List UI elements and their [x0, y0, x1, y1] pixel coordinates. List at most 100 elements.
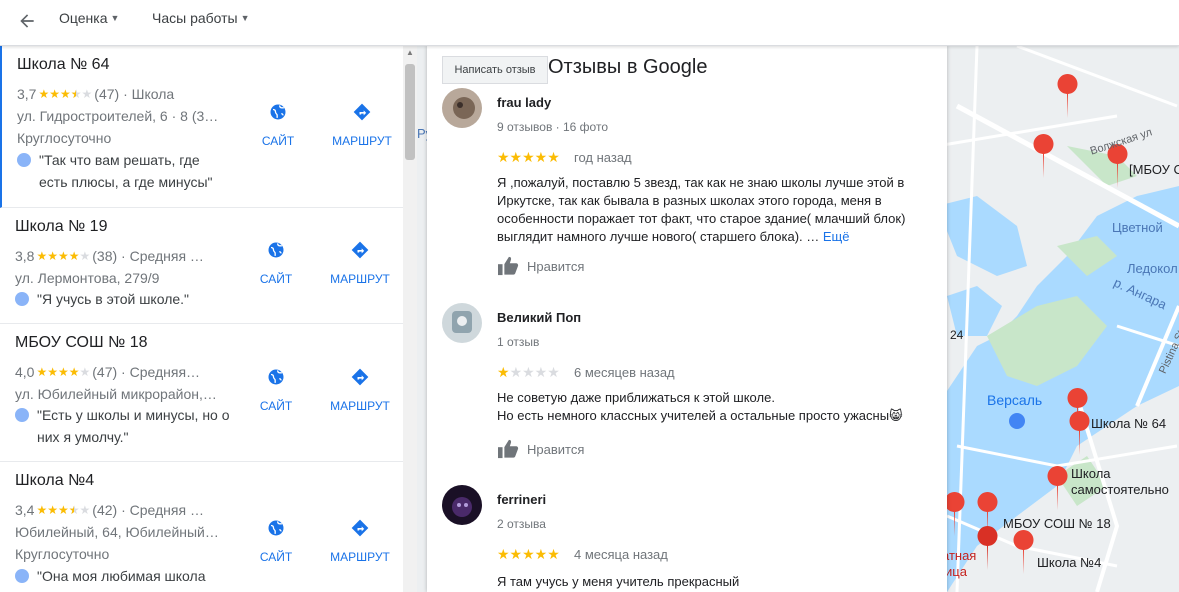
user-avatar-icon	[17, 153, 31, 167]
review-item: ferrineri 2 отзыва ★★★★★ 4 месяца назад …	[442, 485, 937, 592]
rating-count-type: (38) · Средняя …	[92, 248, 204, 264]
result-title: Школа № 19	[15, 218, 108, 235]
review-stars: ★★★★★	[497, 149, 560, 165]
filter-hours[interactable]: Часы работы ▼	[152, 10, 250, 26]
site-label: САЙТ	[261, 134, 295, 148]
site-label: САЙТ	[259, 272, 293, 286]
globe-icon	[268, 520, 284, 536]
site-label: САЙТ	[259, 550, 293, 564]
map-place-label: ица	[945, 564, 967, 579]
result-rating: 3,7 ★★★★★★ (47) · Школа	[17, 86, 222, 102]
directions-icon	[351, 241, 369, 259]
result-address: ул. Лермонтова, 279/9	[15, 270, 160, 286]
result-address: Юбилейный, 64, Юбилейный…	[15, 524, 219, 540]
result-item[interactable]: Школа №4 3,4 ★★★★★★ (42) · Средняя … Юби…	[0, 462, 403, 592]
result-item[interactable]: Школа № 19 3,8 ★★★★★ (38) · Средняя … ул…	[0, 208, 403, 324]
directions-icon	[351, 368, 369, 386]
map-place-label: МБОУ СОШ № 18	[1003, 516, 1111, 531]
map-place-label: атная	[942, 548, 977, 563]
like-button[interactable]: Нравится	[497, 439, 584, 459]
back-button[interactable]	[14, 8, 40, 34]
result-item[interactable]: МБОУ СОШ № 18 4,0 ★★★★★ (47) · Средняя… …	[0, 324, 403, 462]
globe-icon	[268, 242, 284, 258]
reviewer-avatar[interactable]	[442, 88, 482, 128]
review-date: 6 месяцев назад	[574, 365, 675, 380]
rating-value: 3,8	[15, 248, 35, 264]
map-place-label: Школа № 64	[1091, 416, 1167, 431]
rating-stars: ★★★★★	[36, 365, 91, 379]
user-avatar-icon	[15, 569, 29, 583]
route-button[interactable]: МАРШРУТ	[325, 240, 395, 286]
globe-icon	[268, 369, 284, 385]
site-button[interactable]: САЙТ	[241, 518, 311, 564]
site-button[interactable]: САЙТ	[241, 240, 311, 286]
reviews-title: Отзывы в Google	[548, 56, 708, 78]
result-rating: 4,0 ★★★★★ (47) · Средняя…	[15, 364, 220, 380]
rating-value: 3,7	[17, 86, 37, 102]
scroll-up-arrow-icon[interactable]: ▲	[406, 48, 414, 57]
scrollbar-thumb[interactable]	[405, 64, 415, 160]
site-label: САЙТ	[259, 399, 293, 413]
map-place-label: самостоятельно	[1071, 482, 1169, 497]
rating-value: 4,0	[15, 364, 35, 380]
filter-hours-label: Часы работы	[152, 10, 238, 26]
reviewer-name[interactable]: frau lady	[497, 95, 551, 110]
result-review-snippet: "Она моя любимая школа	[15, 565, 230, 587]
review-text: Не советую даже приближаться к этой школ…	[497, 390, 903, 423]
rating-stars: ★★★★★★	[36, 503, 91, 517]
review-date: год назад	[574, 150, 632, 165]
reviewer-avatar[interactable]	[442, 485, 482, 525]
rating-count-type: (47) · Средняя…	[92, 364, 201, 380]
user-avatar-icon	[15, 292, 29, 306]
rating-stars: ★★★★★★	[38, 87, 93, 101]
result-hours: Круглосуточно	[17, 130, 112, 146]
caret-down-icon: ▼	[110, 13, 120, 23]
rating-value: 3,4	[15, 502, 35, 518]
map-place-label: Школа №4	[1037, 555, 1102, 570]
result-title: Школа №4	[15, 472, 95, 489]
review-text: Я ,пожалуй, поставлю 5 звезд, так как не…	[497, 175, 906, 244]
map-poi-label: Версаль	[987, 392, 1043, 408]
result-hours: Круглосуточно	[15, 546, 110, 562]
result-review-snippet: "Я учусь в этой школе."	[15, 288, 230, 310]
review-item: frau lady 9 отзывов · 16 фото ★★★★★ год …	[442, 88, 937, 288]
thumbs-up-icon	[498, 439, 519, 459]
thumbs-up-icon	[498, 256, 519, 276]
route-label: МАРШРУТ	[330, 550, 390, 564]
route-button[interactable]: МАРШРУТ	[325, 367, 395, 413]
review-text: Я там учусь у меня учитель прекрасный	[497, 574, 740, 589]
result-title: МБОУ СОШ № 18	[15, 334, 148, 351]
arrow-left-icon	[20, 14, 34, 28]
filter-rating-label: Оценка	[59, 10, 108, 26]
route-label: МАРШРУТ	[330, 399, 390, 413]
like-button[interactable]: Нравится	[497, 256, 584, 276]
like-label: Нравится	[527, 258, 585, 274]
route-button[interactable]: МАРШРУТ	[327, 102, 397, 148]
results-list: Школа № 64 3,7 ★★★★★★ (47) · Школа ул. Г…	[0, 46, 403, 592]
reviewer-name[interactable]: Великий Поп	[497, 310, 581, 325]
reviewer-meta: 1 отзыв	[497, 335, 540, 349]
route-button[interactable]: МАРШРУТ	[325, 518, 395, 564]
review-item: Великий Поп 1 отзыв ★★★★★ 6 месяцев наза…	[442, 303, 937, 473]
result-item[interactable]: Школа № 64 3,7 ★★★★★★ (47) · Школа ул. Г…	[0, 46, 403, 208]
user-avatar-icon	[15, 408, 29, 422]
site-button[interactable]: САЙТ	[243, 102, 313, 148]
reviewer-avatar[interactable]	[442, 303, 482, 343]
reviewer-name[interactable]: ferrineri	[497, 492, 546, 507]
review-stars: ★★★★★	[497, 364, 560, 380]
top-bar: Оценка ▼ Часы работы ▼	[0, 0, 1179, 46]
reviewer-meta: 2 отзыва	[497, 517, 546, 531]
map-number-label: 24	[950, 328, 964, 342]
result-title: Школа № 64	[17, 56, 110, 73]
map-place-label: Школа	[1071, 466, 1111, 481]
result-review-snippet: "Так что вам решать, где есть плюсы, а г…	[17, 149, 232, 193]
write-review-button[interactable]: Написать отзыв	[442, 56, 548, 84]
directions-icon	[351, 519, 369, 537]
route-label: МАРШРУТ	[332, 134, 392, 148]
globe-icon	[270, 104, 286, 120]
like-label: Нравится	[527, 441, 585, 457]
site-button[interactable]: САЙТ	[241, 367, 311, 413]
more-link[interactable]: Ещё	[823, 229, 850, 244]
map-place-label: [МБОУ С	[1129, 162, 1179, 177]
filter-rating[interactable]: Оценка ▼	[59, 10, 119, 26]
